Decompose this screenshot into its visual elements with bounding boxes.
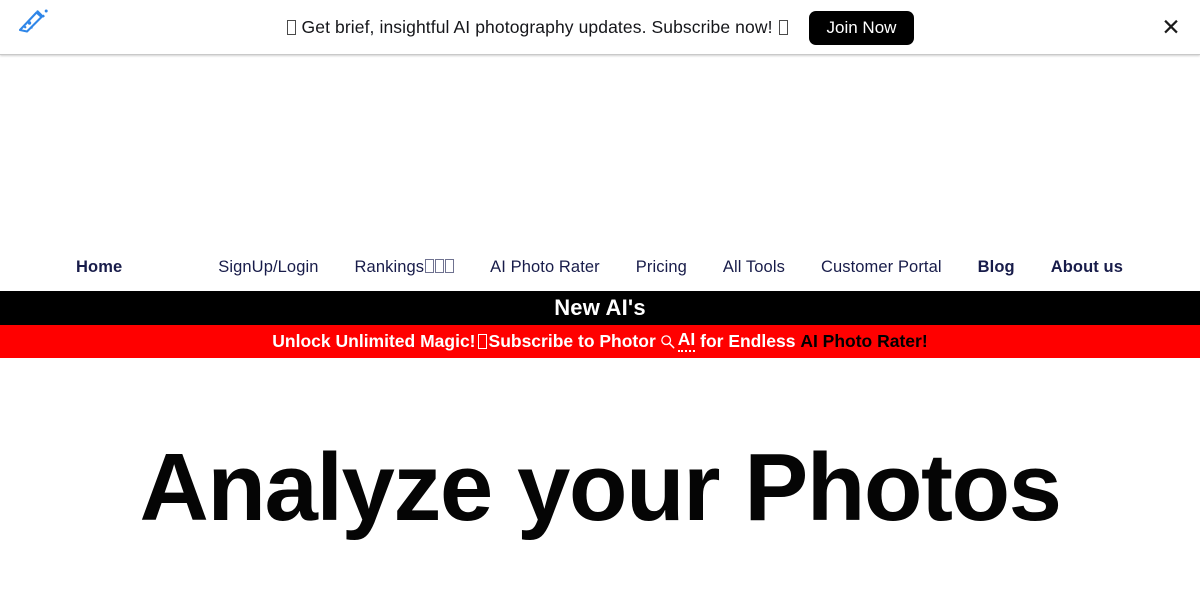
nav-item-about-us[interactable]: About us [1051,258,1123,277]
nav-item-rankings[interactable]: Rankings [355,258,455,277]
sparkles-emoji-icon [477,334,487,349]
promo-part-4: for Endless [700,330,796,351]
main-navigation: Home SignUp/Login Rankings AI Photo Rate… [0,244,1200,291]
new-ais-strip: New AI's [0,291,1200,325]
star-emoji-icon [445,259,455,273]
magnifier-icon [660,334,675,349]
header-spacer [0,55,1200,244]
promo-part-3: AI [677,331,696,352]
announcement-message: Get brief, insightful AI photography upd… [286,17,789,38]
nav-item-all-tools[interactable]: All Tools [723,258,785,277]
hero-section: Analyze your Photos [0,358,1200,536]
announcement-message-text: Get brief, insightful AI photography upd… [301,17,773,37]
nav-item-home[interactable]: Home [76,258,122,277]
new-ais-label: New AI's [554,295,646,320]
nav-item-rankings-label: Rankings [354,258,425,276]
nav-item-customer-portal[interactable]: Customer Portal [821,258,942,277]
nav-item-ai-photo-rater[interactable]: AI Photo Rater [490,258,600,277]
promo-highlight: AI Photo Rater! [800,330,928,351]
announcement-content: Get brief, insightful AI photography upd… [0,0,1200,55]
nav-item-signup-login[interactable]: SignUp/Login [218,258,318,277]
promo-part-1: Unlock Unlimited Magic! [272,330,476,351]
close-icon[interactable]: ✕ [1156,0,1186,55]
page-title: Analyze your Photos [139,434,1063,541]
trophy-emoji-icon [425,259,435,273]
nav-item-blog[interactable]: Blog [978,258,1015,277]
medal-emoji-icon [435,259,445,273]
promo-part-2: Subscribe to Photor [488,330,656,351]
promo-marquee-strip: Unlock Unlimited Magic! Subscribe to Pho… [0,325,1200,358]
announcement-bar: Get brief, insightful AI photography upd… [0,0,1200,55]
envelope-emoji-icon [286,20,296,35]
join-now-button[interactable]: Join Now [808,10,915,45]
sparkle-emoji-icon [778,20,788,35]
promo-marquee-content[interactable]: Unlock Unlimited Magic! Subscribe to Pho… [272,330,928,352]
nav-item-pricing[interactable]: Pricing [636,258,687,277]
